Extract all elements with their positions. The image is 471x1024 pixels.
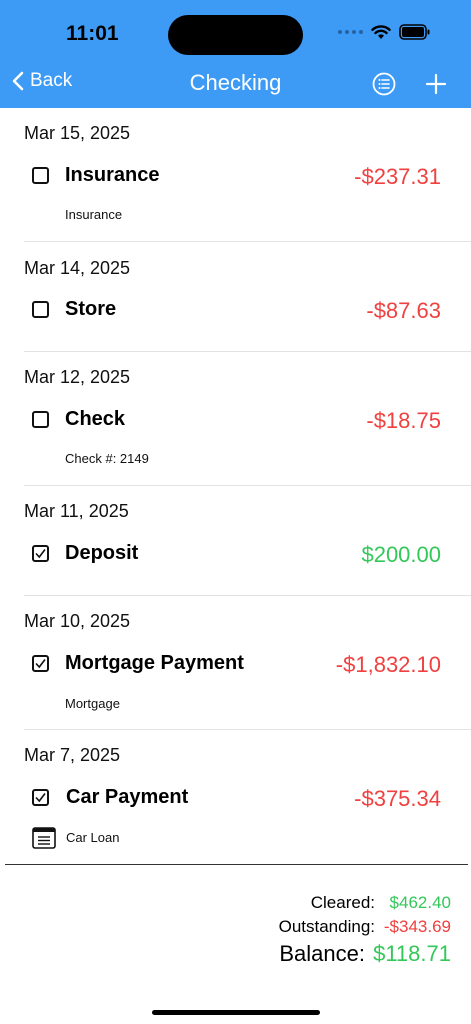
outstanding-value: -$343.69	[383, 917, 451, 936]
transaction-date: Mar 7, 2025	[24, 745, 121, 765]
transaction-row[interactable]: Mar 15, 2025 Insurance -$237.31 Insuranc…	[0, 108, 471, 242]
transaction-row[interactable]: Mar 11, 2025 Deposit $200.00	[0, 486, 471, 596]
status-time: 11:01	[66, 22, 119, 45]
cleared-checkbox[interactable]	[32, 789, 49, 806]
transaction-name: Deposit	[65, 542, 139, 564]
transaction-amount: -$237.31	[354, 164, 441, 189]
transaction-amount: -$1,832.10	[335, 652, 441, 677]
wifi-icon	[371, 24, 391, 39]
transaction-note: Check #: 2149	[65, 451, 149, 466]
list-button[interactable]	[372, 72, 396, 101]
cleared-checkbox[interactable]	[32, 545, 49, 562]
transaction-row[interactable]: Mar 12, 2025 Check -$18.75 Check #: 2149	[0, 352, 471, 486]
status-icons	[338, 24, 431, 40]
checkmark-icon	[35, 549, 46, 559]
transaction-note: Insurance	[65, 207, 123, 222]
cleared-summary: Cleared: $462.40	[311, 893, 451, 913]
transaction-date: Mar 15, 2025	[24, 123, 131, 143]
transaction-date: Mar 11, 2025	[24, 501, 129, 521]
outstanding-summary: Outstanding: -$343.69	[279, 917, 451, 937]
balance-summary: Balance: $118.71	[279, 941, 451, 967]
home-indicator[interactable]	[152, 1010, 320, 1015]
transaction-name: Store	[65, 298, 117, 320]
outstanding-label: Outstanding:	[278, 917, 375, 936]
transaction-name: Mortgage Payment	[65, 652, 244, 674]
plus-icon	[425, 73, 447, 95]
transaction-row[interactable]: Mar 10, 2025 Mortgage Payment -$1,832.10…	[0, 596, 471, 730]
list-circle-icon	[372, 72, 396, 96]
balance-label: Balance:	[279, 941, 365, 966]
checkmark-icon	[35, 793, 46, 803]
cleared-label: Cleared:	[310, 893, 375, 912]
cleared-checkbox[interactable]	[32, 411, 49, 428]
transaction-amount: -$375.34	[354, 786, 441, 811]
transaction-name: Car Payment	[66, 786, 189, 808]
transaction-date: Mar 10, 2025	[24, 611, 131, 631]
dynamic-island	[168, 15, 303, 55]
transaction-name: Check	[65, 408, 126, 430]
add-transaction-button[interactable]	[424, 72, 448, 101]
transaction-row[interactable]: Mar 14, 2025 Store -$87.63	[0, 242, 471, 352]
transaction-name: Insurance	[65, 164, 160, 186]
balance-value: $118.71	[373, 941, 451, 966]
transaction-note: Car Loan	[66, 830, 120, 845]
page-title: Checking	[189, 70, 282, 95]
summary-divider	[5, 864, 468, 865]
transaction-date: Mar 12, 2025	[24, 367, 131, 387]
transaction-amount: $200.00	[361, 542, 441, 567]
cleared-checkbox[interactable]	[32, 301, 49, 318]
cleared-checkbox[interactable]	[32, 655, 49, 672]
transaction-amount: -$87.63	[366, 298, 441, 323]
transaction-row[interactable]: Mar 7, 2025 Car Payment -$375.34 Car Loa…	[0, 730, 471, 864]
transaction-amount: -$18.75	[366, 408, 441, 433]
transaction-date: Mar 14, 2025	[24, 258, 131, 278]
signal-icon	[338, 30, 363, 34]
checkmark-icon	[35, 659, 46, 669]
transaction-note: Mortgage	[65, 696, 120, 711]
cleared-checkbox[interactable]	[32, 167, 49, 184]
battery-icon	[399, 24, 430, 40]
calendar-icon	[32, 827, 56, 849]
cleared-value: $462.40	[389, 893, 451, 912]
nav-bar: 11:01 Back Checking	[0, 0, 471, 108]
